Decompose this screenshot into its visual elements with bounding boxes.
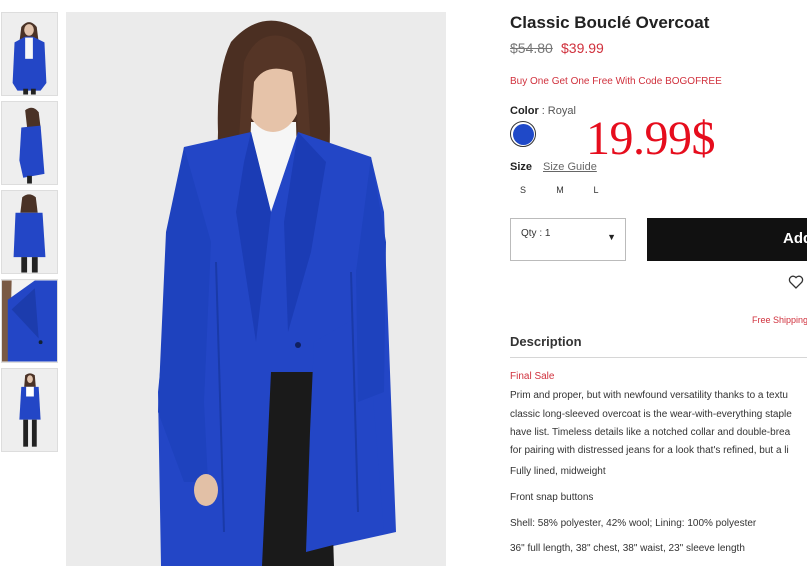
final-sale-label: Final Sale bbox=[510, 371, 555, 382]
heart-icon[interactable] bbox=[788, 274, 804, 290]
size-guide-link[interactable]: Size Guide bbox=[543, 161, 597, 173]
color-label-separator: : bbox=[541, 105, 545, 117]
coat-detail-thumbnail-image bbox=[2, 280, 57, 362]
quantity-select[interactable]: Qty : 1 ▼ bbox=[510, 218, 626, 261]
caret-down-icon: ▼ bbox=[607, 232, 616, 242]
product-title: Classic Bouclé Overcoat bbox=[510, 13, 710, 32]
description-heading: Description bbox=[510, 334, 582, 349]
thumbnail-3[interactable] bbox=[1, 190, 58, 274]
original-price: $54.80 bbox=[510, 40, 553, 56]
description-line: Shell: 58% polyester, 42% wool; Lining: … bbox=[510, 518, 757, 529]
color-label: Color: Royal bbox=[510, 105, 576, 117]
color-value: Royal bbox=[547, 105, 576, 117]
description-line: have list. Timeless details like a notch… bbox=[510, 427, 791, 438]
size-option-m[interactable]: M bbox=[553, 185, 567, 195]
description-line: Prim and proper, but with newfound versa… bbox=[510, 390, 788, 401]
sale-price: $39.99 bbox=[561, 40, 604, 56]
swatch-fill bbox=[512, 123, 534, 145]
thumbnail-2[interactable] bbox=[1, 101, 58, 185]
size-option-s[interactable]: S bbox=[516, 185, 530, 195]
main-product-image[interactable] bbox=[66, 12, 446, 566]
description-line: classic long-sleeved overcoat is the wea… bbox=[510, 409, 792, 420]
coat-side-thumbnail-image bbox=[2, 102, 57, 184]
coat-back-thumbnail-image bbox=[2, 191, 57, 273]
color-label-text: Color bbox=[510, 105, 539, 117]
thumbnail-1[interactable] bbox=[1, 12, 58, 96]
description-line: Front snap buttons bbox=[510, 492, 594, 503]
coat-full-thumbnail-image bbox=[2, 369, 57, 451]
model-coat-illustration bbox=[66, 12, 446, 566]
thumbnail-4[interactable] bbox=[1, 279, 58, 363]
thumbnail-5[interactable] bbox=[1, 368, 58, 452]
free-shipping-text: Free Shipping bbox=[752, 315, 807, 325]
quantity-value: Qty : 1 bbox=[521, 228, 551, 239]
add-button-label: Add bbox=[783, 230, 807, 247]
color-swatch-royal[interactable] bbox=[510, 121, 536, 147]
add-to-bag-button[interactable]: Add bbox=[647, 218, 807, 261]
overlay-price-annotation: 19.99$ bbox=[586, 112, 716, 165]
promo-text: Buy One Get One Free With Code BOGOFREE bbox=[510, 76, 722, 87]
description-divider bbox=[510, 357, 807, 358]
description-line: for pairing with distressed jeans for a … bbox=[510, 445, 789, 456]
size-option-l[interactable]: L bbox=[589, 185, 603, 195]
size-label: Size bbox=[510, 161, 533, 173]
description-line: 36" full length, 38" chest, 38" waist, 2… bbox=[510, 543, 745, 554]
description-line: Fully lined, midweight bbox=[510, 466, 606, 477]
coat-thumbnail-image bbox=[2, 13, 57, 95]
